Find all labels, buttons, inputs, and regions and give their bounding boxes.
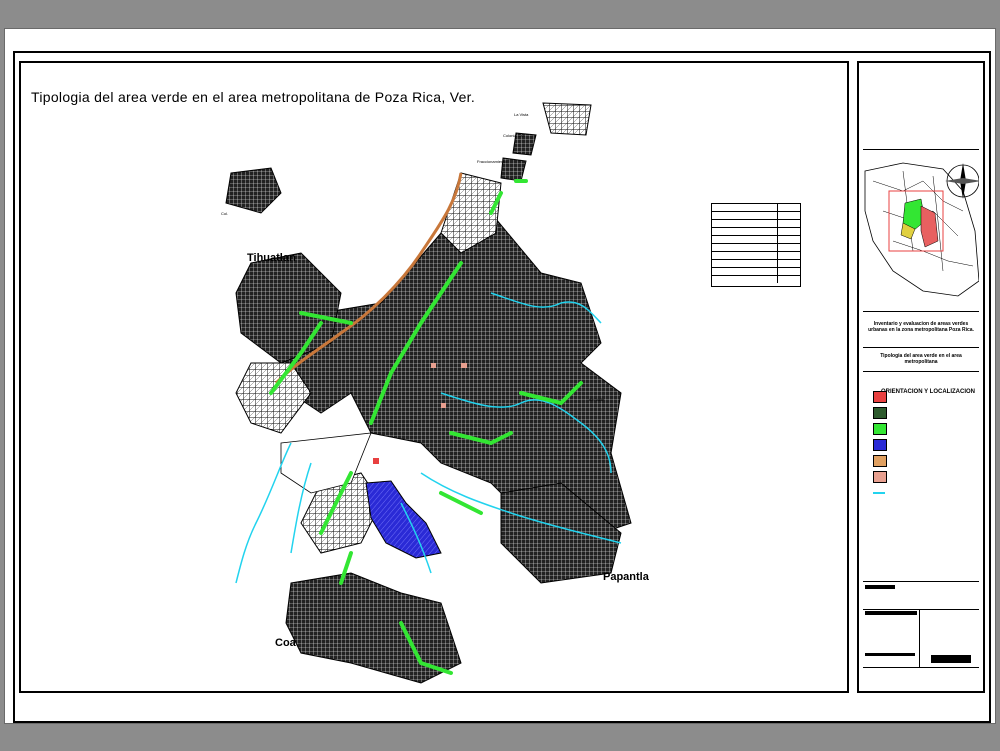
legend-item	[873, 407, 891, 419]
salmon-square-icon	[873, 471, 887, 483]
map-drawing	[225, 102, 632, 684]
table-row	[712, 268, 800, 276]
legend-item	[873, 391, 891, 403]
table-row	[712, 276, 800, 283]
place-coatzintla: Coa	[275, 637, 296, 649]
green-square-icon	[873, 423, 887, 435]
label-colonia: Colonia San	[503, 133, 525, 138]
river-line-icon	[873, 492, 885, 494]
urban-area-la-vista	[542, 102, 592, 136]
legend-item	[873, 487, 889, 499]
drawing-sheet: Tipologia del area verde en el area metr…	[4, 28, 996, 724]
place-tihuatlan: Tihuatlan	[247, 252, 296, 264]
legend-item	[873, 439, 891, 451]
red-square-icon	[873, 391, 887, 403]
table-row	[712, 220, 800, 228]
legend-item	[873, 423, 891, 435]
legend-item	[873, 455, 891, 467]
project-title: Inventario y evaluacion de areas verdes …	[868, 321, 974, 333]
urban-area-col	[225, 167, 282, 214]
table-row	[712, 212, 800, 220]
table-row	[712, 260, 800, 268]
blue-square-icon	[873, 439, 887, 451]
label-fraccionamiento: Fraccionamiento	[477, 159, 507, 164]
table-row	[712, 204, 800, 212]
table-row	[712, 244, 800, 252]
location-inset-map	[864, 162, 979, 297]
place-papantla: Papantla	[603, 571, 649, 583]
map-subtitle: Tipologia del area verde en el area metr…	[880, 353, 962, 365]
label-la-vista: La Vista	[514, 112, 529, 117]
reserve-area	[365, 480, 442, 559]
orange-square-icon	[873, 455, 887, 467]
table-row	[712, 228, 800, 236]
location-map-cell: ORIENTACION Y LOCALIZACION	[863, 151, 979, 395]
label-del-valle: del Valle	[589, 397, 605, 402]
summary-table	[711, 203, 801, 287]
label-col: Col.	[221, 211, 229, 216]
legend-item	[873, 471, 891, 483]
table-row	[712, 252, 800, 260]
dark-green-square-icon	[873, 407, 887, 419]
map-viewport[interactable]: Tipologia del area verde en el area metr…	[19, 61, 849, 693]
table-row	[712, 236, 800, 244]
tb-header-cell	[863, 63, 979, 150]
title-block: ORIENTACION Y LOCALIZACION Inventario y …	[857, 61, 985, 693]
